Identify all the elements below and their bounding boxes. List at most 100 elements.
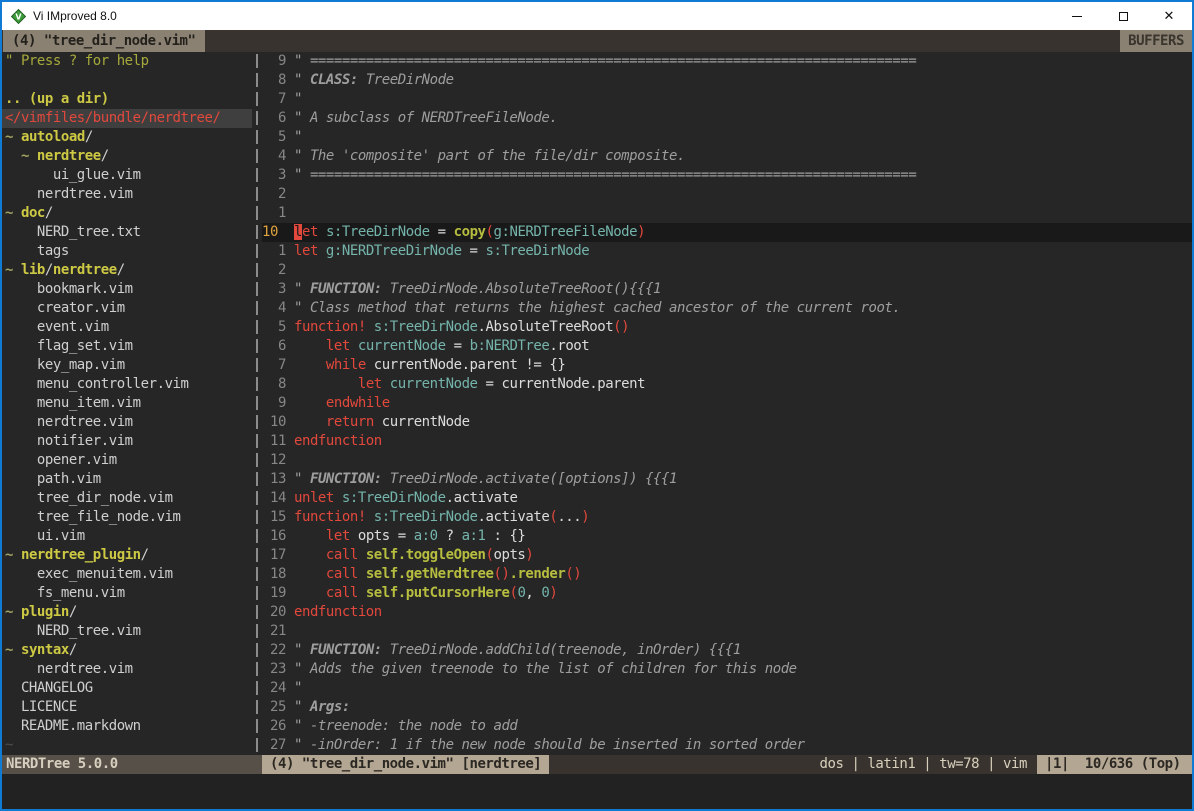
code-line[interactable]: 25" Args: <box>262 698 1192 717</box>
code-line[interactable]: 1 <box>262 204 1192 223</box>
code-line[interactable]: 10 return currentNode <box>262 413 1192 432</box>
code-line[interactable]: 5function! s:TreeDirNode.AbsoluteTreeRoo… <box>262 318 1192 337</box>
nerdtree-rows[interactable]: " Press ? for help .. (up a dir)</vimfile… <box>2 52 252 755</box>
tree-item[interactable]: CHANGELOG <box>2 679 252 698</box>
tree-item[interactable]: nerdtree.vim <box>2 413 252 432</box>
tree-item[interactable]: ui.vim <box>2 527 252 546</box>
tree-item[interactable]: ~ nerdtree/ <box>2 147 252 166</box>
tree-item[interactable]: ~ doc/ <box>2 204 252 223</box>
tree-item[interactable]: ~ plugin/ <box>2 603 252 622</box>
maximize-icon[interactable] <box>1100 2 1146 30</box>
line-number: 15 <box>262 508 286 527</box>
tree-item[interactable]: opener.vim <box>2 451 252 470</box>
tree-item[interactable]: NERD_tree.txt <box>2 223 252 242</box>
code-line[interactable]: 23" Adds the given treenode to the list … <box>262 660 1192 679</box>
code-line[interactable]: 11endfunction <box>262 432 1192 451</box>
text-segment: .activate <box>446 490 518 506</box>
code-line[interactable]: 21 <box>262 622 1192 641</box>
tree-item[interactable]: creator.vim <box>2 299 252 318</box>
code-line[interactable]: 24" <box>262 679 1192 698</box>
text-segment <box>294 566 326 582</box>
code-line[interactable]: 2 <box>262 261 1192 280</box>
text-segment: / <box>69 642 77 658</box>
tree-item[interactable]: LICENCE <box>2 698 252 717</box>
code-line[interactable]: 8" CLASS: TreeDirNode <box>262 71 1192 90</box>
text-segment: ~ <box>5 148 37 164</box>
tab-active[interactable]: (4) "tree_dir_node.vim" <box>3 30 205 52</box>
code-line[interactable]: 12 <box>262 451 1192 470</box>
code-line[interactable]: 3" =====================================… <box>262 166 1192 185</box>
text-segment: exec_menuitem.vim <box>5 566 173 582</box>
tree-item[interactable]: tags <box>2 242 252 261</box>
text-segment: currentNode <box>390 376 478 392</box>
tree-item[interactable]: flag_set.vim <box>2 337 252 356</box>
code-line[interactable]: 17 call self.toggleOpen(opts) <box>262 546 1192 565</box>
code-line[interactable]: 16 let opts = a:0 ? a:1 : {} <box>262 527 1192 546</box>
code-line[interactable]: 1let g:NERDTreeDirNode = s:TreeDirNode <box>262 242 1192 261</box>
statusline: NERDTree 5.0.0 (4) "tree_dir_node.vim" [… <box>2 755 1192 774</box>
code-line[interactable]: 22" FUNCTION: TreeDirNode.addChild(treen… <box>262 641 1192 660</box>
tree-item[interactable]: exec_menuitem.vim <box>2 565 252 584</box>
code-line[interactable]: 7" <box>262 90 1192 109</box>
tree-item[interactable]: ~ autoload/ <box>2 128 252 147</box>
command-line[interactable] <box>2 774 1192 809</box>
text-segment: " <box>294 91 302 107</box>
tree-item[interactable]: event.vim <box>2 318 252 337</box>
code-line[interactable]: 27" -inOrder: 1 if the new node should b… <box>262 736 1192 755</box>
tree-item[interactable] <box>2 71 252 90</box>
tree-item[interactable]: ~ nerdtree_plugin/ <box>2 546 252 565</box>
code-lines[interactable]: 9" =====================================… <box>262 52 1192 755</box>
tree-item[interactable]: notifier.vim <box>2 432 252 451</box>
code-line[interactable]: 5" <box>262 128 1192 147</box>
text-segment: " <box>294 642 310 658</box>
tree-item[interactable]: NERD_tree.vim <box>2 622 252 641</box>
tree-item[interactable]: " Press ? for help <box>2 52 252 71</box>
tree-item[interactable]: path.vim <box>2 470 252 489</box>
tree-item[interactable]: ~ syntax/ <box>2 641 252 660</box>
tree-item[interactable]: ~ lib/nerdtree/ <box>2 261 252 280</box>
close-icon[interactable]: ✕ <box>1146 2 1192 30</box>
tree-item[interactable]: ui_glue.vim <box>2 166 252 185</box>
text-segment <box>294 547 326 563</box>
code-line[interactable]: 6 let currentNode = b:NERDTree.root <box>262 337 1192 356</box>
tree-item[interactable]: ~ <box>2 736 252 755</box>
line-number: 9 <box>262 52 286 71</box>
tree-item[interactable]: README.markdown <box>2 717 252 736</box>
text-segment: s:TreeDirNode <box>374 319 478 335</box>
tree-item[interactable]: bookmark.vim <box>2 280 252 299</box>
code-line[interactable]: 10let s:TreeDirNode = copy(g:NERDTreeFil… <box>262 223 1192 242</box>
tree-item[interactable]: </vimfiles/bundle/nerdtree/ <box>2 109 252 128</box>
window-separator[interactable] <box>252 52 262 755</box>
text-segment: menu_item.vim <box>5 395 141 411</box>
tree-item[interactable]: nerdtree.vim <box>2 660 252 679</box>
code-line[interactable]: 15function! s:TreeDirNode.activate(...) <box>262 508 1192 527</box>
code-line[interactable]: 2 <box>262 185 1192 204</box>
code-line[interactable]: 6" A subclass of NERDTreeFileNode. <box>262 109 1192 128</box>
tree-item[interactable]: menu_item.vim <box>2 394 252 413</box>
code-line[interactable]: 9 endwhile <box>262 394 1192 413</box>
code-line[interactable]: 8 let currentNode = currentNode.parent <box>262 375 1192 394</box>
tree-item[interactable]: fs_menu.vim <box>2 584 252 603</box>
line-number: 20 <box>262 603 286 622</box>
code-line[interactable]: 26" -treenode: the node to add <box>262 717 1192 736</box>
text-segment: nerdtree <box>53 262 117 278</box>
code-line[interactable]: 20endfunction <box>262 603 1192 622</box>
tree-item[interactable]: tree_file_node.vim <box>2 508 252 527</box>
text-segment: ~ <box>5 129 21 145</box>
code-line[interactable]: 3" FUNCTION: TreeDirNode.AbsoluteTreeRoo… <box>262 280 1192 299</box>
tree-item[interactable]: tree_dir_node.vim <box>2 489 252 508</box>
tree-item[interactable]: .. (up a dir) <box>2 90 252 109</box>
code-line[interactable]: 13" FUNCTION: TreeDirNode.activate([opti… <box>262 470 1192 489</box>
text-segment: function! <box>294 509 366 525</box>
code-line[interactable]: 7 while currentNode.parent != {} <box>262 356 1192 375</box>
code-line[interactable]: 19 call self.putCursorHere(0, 0) <box>262 584 1192 603</box>
code-line[interactable]: 4" The 'composite' part of the file/dir … <box>262 147 1192 166</box>
tree-item[interactable]: key_map.vim <box>2 356 252 375</box>
minimize-icon[interactable] <box>1054 2 1100 30</box>
tree-item[interactable]: nerdtree.vim <box>2 185 252 204</box>
code-line[interactable]: 9" =====================================… <box>262 52 1192 71</box>
tree-item[interactable]: menu_controller.vim <box>2 375 252 394</box>
code-line[interactable]: 14unlet s:TreeDirNode.activate <box>262 489 1192 508</box>
code-line[interactable]: 18 call self.getNerdtree().render() <box>262 565 1192 584</box>
code-line[interactable]: 4" Class method that returns the highest… <box>262 299 1192 318</box>
